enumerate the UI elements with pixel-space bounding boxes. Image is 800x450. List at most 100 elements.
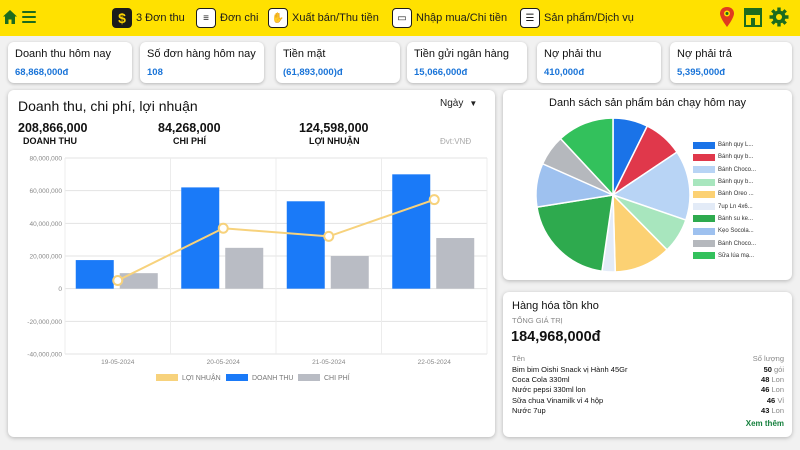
card-label: Số đơn hàng hôm nay	[147, 48, 256, 60]
legend-label: Bánh Oreo ...	[718, 191, 754, 198]
expense-bar[interactable]	[225, 247, 264, 289]
profit-point[interactable]	[323, 230, 335, 242]
gear-icon[interactable]	[768, 6, 790, 28]
card-receivables[interactable]: Nợ phải thu 410,000đ	[537, 42, 661, 83]
table-row[interactable]: Bim bim Oishi Snack vị Hành 45Gr 50 gói	[512, 365, 784, 375]
profit-point[interactable]	[428, 194, 440, 206]
card-cash[interactable]: Tiền mặt (61,893,000)đ	[276, 42, 400, 83]
top-bar: $ 3 Đơn thu ≡ Đơn chi ✋ Xuất bán/Thu tiề…	[0, 0, 800, 36]
item-quantity: 50 gói	[763, 365, 784, 374]
legend-label: Bánh quy b...	[718, 179, 754, 186]
legend-swatch	[693, 178, 715, 186]
card-label: Nợ phải thu	[544, 48, 602, 60]
pie-legend: Bánh quy L... Bánh quy b... Bánh Choco... B…	[693, 139, 756, 262]
card-orders-today[interactable]: Số đơn hàng hôm nay 108	[140, 42, 264, 83]
legend-label[interactable]: DOANH THU	[252, 375, 293, 382]
legend-label: Kẹo Socola...	[718, 228, 754, 235]
legend-swatch	[693, 215, 715, 223]
item-quantity: 43 Lon	[761, 405, 784, 415]
nav-receipts[interactable]: $ 3 Đơn thu	[112, 7, 185, 29]
legend-label[interactable]: CHI PHÍ	[324, 373, 350, 382]
y-tick-label: -40,000,000	[27, 352, 62, 359]
x-tick-label: 21-05-2024	[312, 359, 346, 366]
card-bank-deposit[interactable]: Tiền gửi ngân hàng 15,066,000đ	[407, 42, 527, 83]
nav-sales[interactable]: ✋ Xuất bán/Thu tiền	[268, 7, 379, 29]
revenue-bar[interactable]	[75, 260, 114, 289]
legend-label[interactable]: LỢI NHUẬN	[182, 373, 221, 382]
legend-item[interactable]: Bánh Choco...	[693, 164, 756, 176]
card-revenue-today[interactable]: Doanh thu hôm nay 68,868,000đ	[8, 42, 132, 83]
revenue-bar[interactable]	[392, 174, 431, 289]
pie-slice[interactable]	[536, 194, 614, 273]
legend-item[interactable]: Bánh quy L...	[693, 139, 756, 151]
item-quantity: 48 Lon	[761, 375, 784, 385]
legend-item[interactable]: Bánh su ke...	[693, 213, 756, 225]
profit-point[interactable]	[112, 275, 124, 286]
item-name: Nước pepsi 330ml lon	[512, 385, 586, 395]
column-qty-header: Số lượng	[752, 354, 784, 363]
legend-swatch	[156, 374, 178, 381]
item-quantity: 46 Lon	[761, 385, 784, 395]
inventory-subtitle: TỔNG GIÁ TRỊ	[512, 316, 563, 325]
nav-sales-label: Xuất bán/Thu tiền	[292, 12, 379, 24]
home-icon[interactable]	[2, 9, 18, 25]
store-icon[interactable]	[742, 6, 764, 28]
card-label: Tiền mặt	[283, 48, 326, 60]
legend-item[interactable]: Bánh Oreo ...	[693, 188, 756, 200]
legend-label: Bánh quy L...	[718, 142, 754, 149]
revenue-bar[interactable]	[286, 201, 325, 289]
legend-swatch	[693, 153, 715, 161]
legend-item[interactable]: Sữa lúa mạ...	[693, 250, 756, 262]
card-value: 15,066,000đ	[414, 67, 468, 78]
nav-payments-label: Đơn chi	[220, 12, 259, 24]
expense-bar[interactable]	[119, 273, 158, 289]
y-tick-label: 60,000,000	[29, 188, 62, 195]
table-row[interactable]: Coca Cola 330ml 48 Lon	[512, 375, 784, 385]
card-value: (61,893,000)đ	[283, 67, 343, 78]
legend-item[interactable]: Kẹo Socola...	[693, 225, 756, 237]
legend-label: 7up Ln 4x6...	[718, 203, 753, 210]
table-row[interactable]: Sữa chua Vinamilk vỉ 4 hộp 46 Vỉ	[512, 396, 784, 406]
revenue-chart: 80,000,000 60,000,000 40,000,000 20,000,000…	[27, 156, 488, 382]
y-tick-label: 20,000,000	[29, 254, 62, 261]
card-payables[interactable]: Nợ phải trả 5,395,000đ	[670, 42, 792, 83]
legend-label: Bánh su ke...	[718, 215, 754, 222]
revenue-expense-profit-panel: Doanh thu, chi phí, lợi nhuận Ngày ▼ 208,…	[8, 90, 495, 437]
inventory-title: Hàng hóa tồn kho	[512, 300, 599, 312]
column-name-header: Tên	[512, 354, 525, 363]
legend-swatch	[693, 190, 715, 198]
see-more-link[interactable]: Xem thêm	[746, 419, 784, 428]
legend-label: Sữa lúa mạ...	[718, 252, 755, 259]
legend-swatch	[693, 166, 715, 174]
inventory-total-value: 184,968,000đ	[511, 329, 601, 345]
x-tick-label: 19-05-2024	[101, 359, 135, 366]
table-row[interactable]: Nước 7up 43 Lon	[512, 406, 784, 416]
location-pin-icon[interactable]	[718, 6, 736, 30]
legend-swatch	[693, 203, 715, 211]
hamburger-menu-icon[interactable]	[22, 11, 36, 23]
expense-bar[interactable]	[330, 256, 369, 289]
legend-item[interactable]: Bánh Choco...	[693, 237, 756, 249]
best-sellers-panel: Danh sách sản phẩm bán chạy hôm nay Bánh…	[503, 90, 792, 280]
table-row[interactable]: Nước pepsi 330ml lon 46 Lon	[512, 385, 784, 395]
revenue-bar[interactable]	[181, 187, 220, 289]
legend-swatch	[693, 240, 715, 248]
y-tick-label: 80,000,000	[29, 156, 62, 163]
y-tick-label: -20,000,000	[27, 319, 62, 326]
legend-swatch	[226, 374, 248, 381]
profit-point[interactable]	[217, 222, 229, 234]
nav-receipts-label: 3 Đơn thu	[136, 12, 185, 24]
nav-payments[interactable]: ≡ Đơn chi	[196, 7, 258, 29]
nav-products[interactable]: ☰ Sản phẩm/Dịch vụ	[520, 7, 634, 29]
card-value: 68,868,000đ	[15, 67, 69, 78]
legend-item[interactable]: Bánh quy b...	[693, 176, 756, 188]
cash-icon: ▭	[392, 8, 412, 28]
legend-item[interactable]: Bánh quy b...	[693, 151, 756, 163]
expense-bar[interactable]	[436, 238, 475, 289]
item-quantity: 46 Vỉ	[766, 395, 784, 405]
legend-swatch	[693, 252, 715, 260]
item-name: Sữa chua Vinamilk vỉ 4 hộp	[512, 395, 604, 405]
legend-item[interactable]: 7up Ln 4x6...	[693, 200, 756, 212]
inventory-table-header: Tên Số lượng	[512, 354, 784, 363]
nav-purchases[interactable]: ▭ Nhập mua/Chi tiền	[392, 7, 507, 29]
